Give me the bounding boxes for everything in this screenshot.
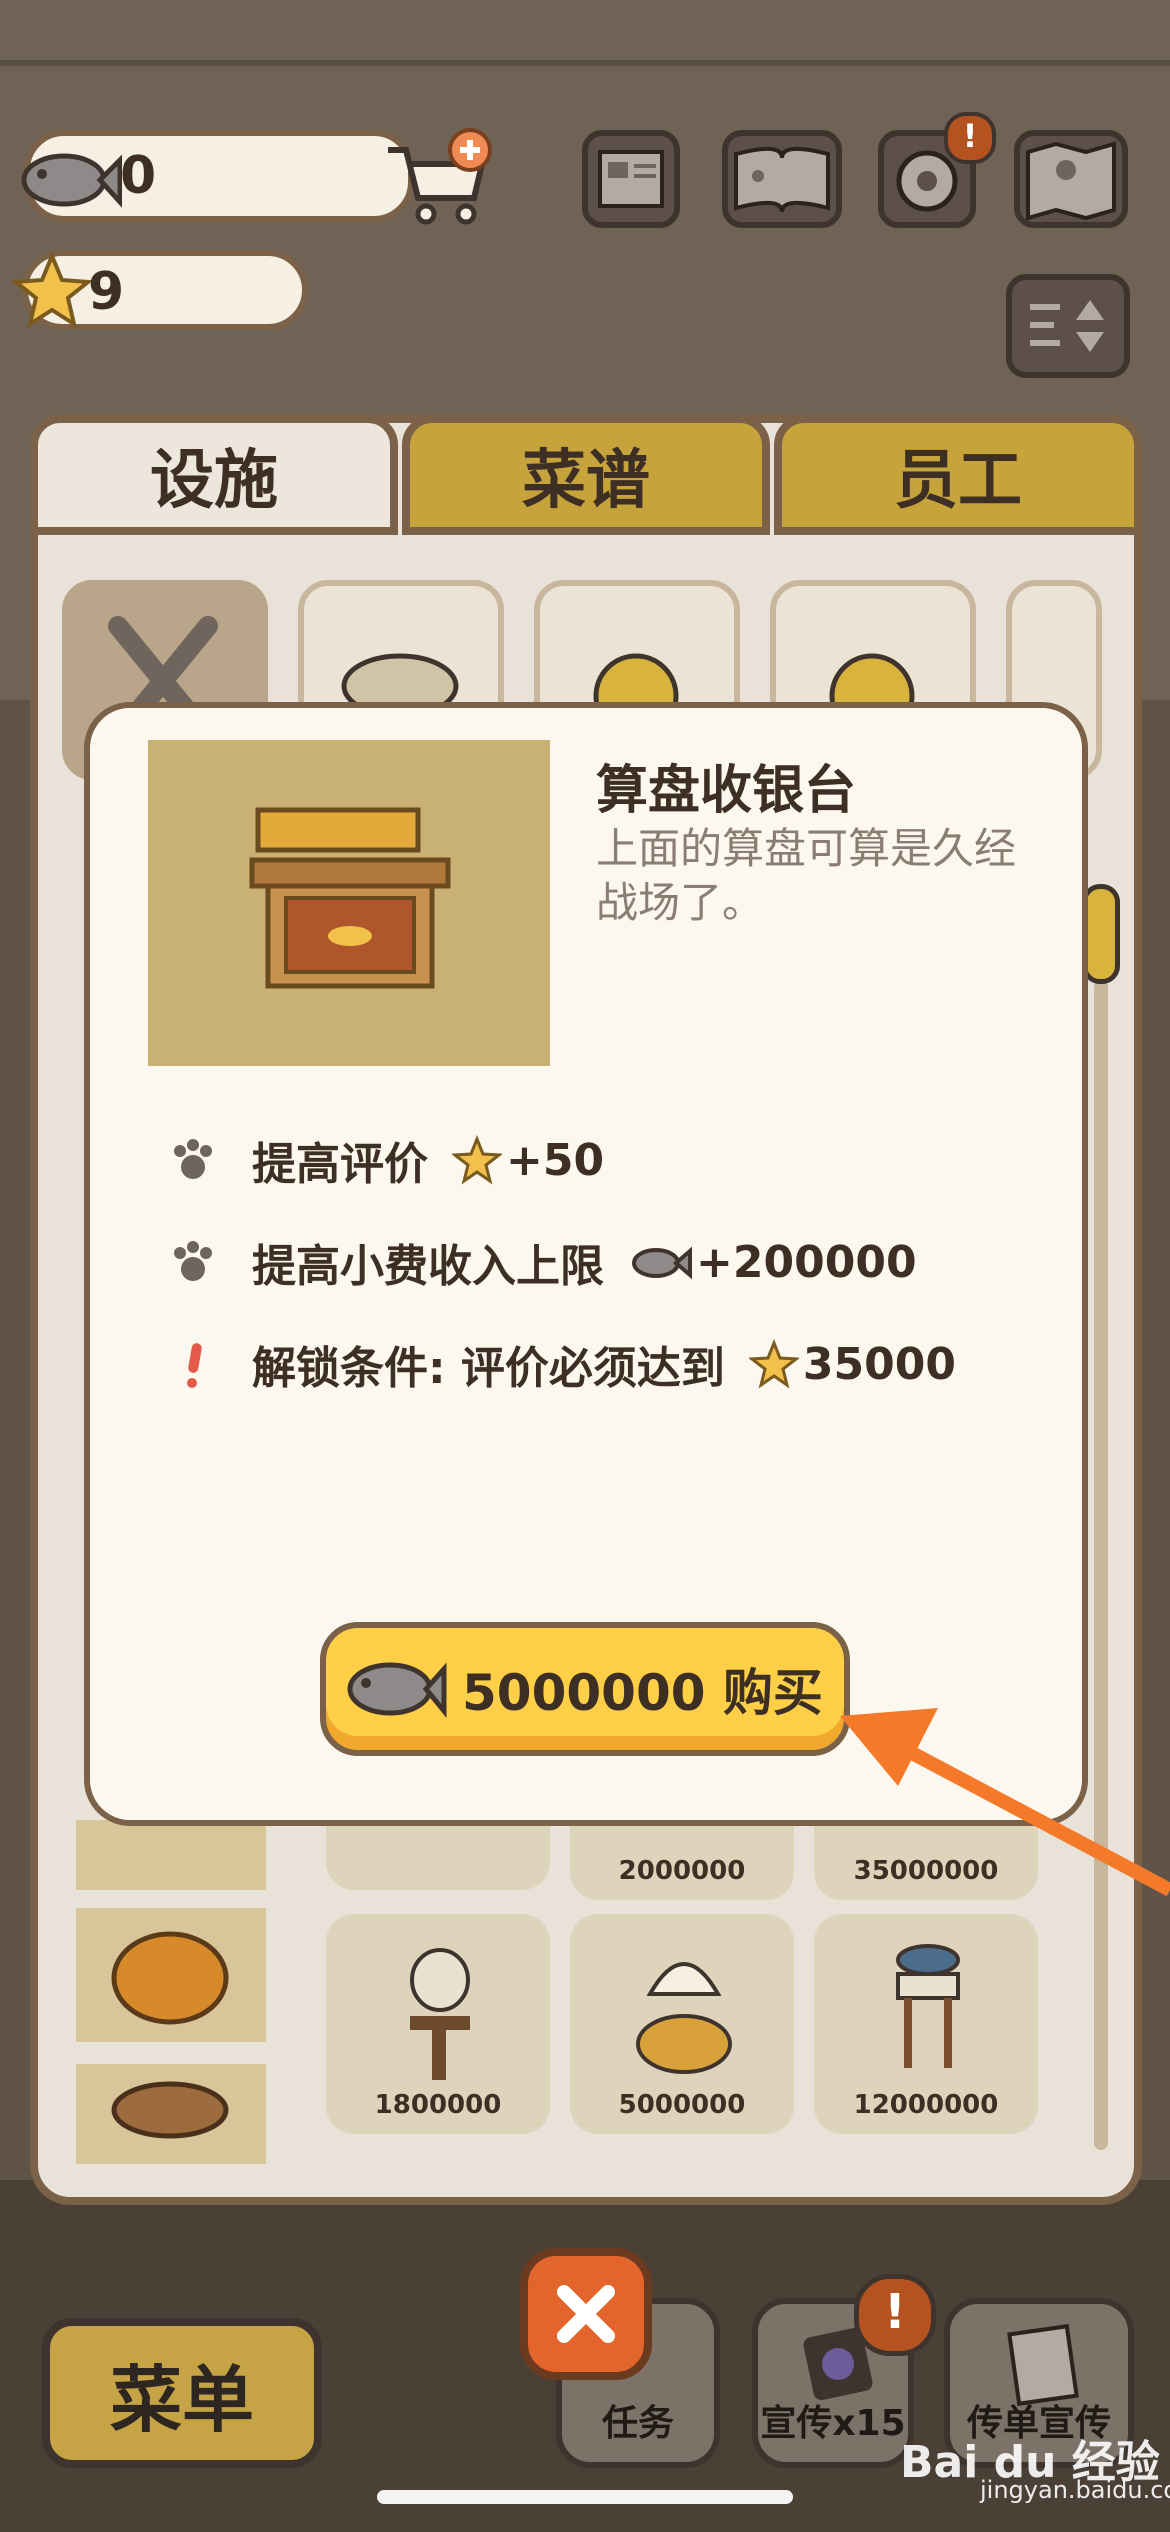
stool-icon [111,2081,229,2139]
pumpkin-icon [111,1931,229,2025]
item-title: 算盘收银台 [596,761,857,821]
menu-label: 菜单 [109,2357,254,2442]
tab-staff[interactable]: 员工 [774,415,1142,535]
row-value: +200000 [696,1236,917,1288]
cat-statue-icon [636,1962,732,2074]
tab-label: 员工 [894,444,1022,518]
item-description: 上面的算盘可算是久经战场了。 [596,824,1017,927]
buy-button[interactable]: 5000000 购买 [320,1622,850,1756]
map-icon [1026,141,1116,221]
fish-currency-bar: 0 [21,130,414,222]
row-value: 35000 [802,1338,956,1390]
bonus-tip-row: 提高小费收入上限 +200000 [168,1230,917,1294]
buy-label: 5000000 购买 [462,1664,823,1722]
cart-plus-icon [388,128,492,225]
item-slot[interactable] [76,1820,266,1890]
sort-icon [1030,300,1104,352]
tab-label: 菜谱 [522,444,650,518]
row-label: 解锁条件: 评价必须达到 [252,1343,725,1394]
fish-count: 0 [120,146,157,206]
exclamation-icon [187,1343,202,1388]
item-card[interactable]: 12000000 [814,1914,1038,2134]
star-icon [12,250,92,329]
tasks-label: 任务 [601,2403,674,2444]
unlock-condition-row: 解锁条件: 评价必须达到 35000 [168,1332,956,1396]
tab-recipes[interactable]: 菜谱 [402,415,770,535]
close-icon [557,2285,615,2343]
paw-icon [174,1139,212,1179]
star-rating-bar: 9 [12,250,308,330]
item-card[interactable]: 5000000 [570,1914,794,2134]
item-price: 5000000 [618,2090,746,2120]
close-button[interactable] [520,2248,652,2380]
paw-book-button[interactable] [722,130,842,228]
item-price: 2000000 [618,1856,746,1886]
sort-toggle-button[interactable] [1006,274,1130,378]
alert-badge: ! [944,112,996,164]
row-value: +50 [506,1134,605,1186]
bonus-rating-row: 提高评价 +50 [168,1128,604,1192]
home-indicator[interactable] [377,2490,793,2504]
scrollbar-track[interactable] [1094,980,1108,2150]
tab-label: 设施 [150,444,278,518]
paw-icon [174,1241,212,1281]
alert-badge: ! [854,2274,936,2356]
item-price: 12000000 [853,2090,999,2120]
item-preview-image [148,740,550,1066]
book-icon [734,146,830,213]
star-icon [452,1135,502,1185]
item-slot-stool[interactable] [76,2064,266,2164]
menu-button[interactable]: 菜单 [42,2318,322,2468]
fish-icon [21,153,122,208]
item-card[interactable]: 1800000 [326,1914,550,2134]
row-label: 提高小费收入上限 [252,1241,604,1292]
promotion-button[interactable]: 宣传x15 ! [752,2274,936,2468]
settings-button[interactable]: ! [878,112,996,228]
star-icon [748,1339,799,1389]
abacus-cashier-icon [249,807,451,989]
item-slot-pumpkin[interactable] [76,1908,266,2042]
watermark-url: jingyan.baidu.com [980,2476,1170,2504]
tab-facilities[interactable]: 设施 [30,415,398,535]
pointer-arrow-annotation [840,1708,1170,1897]
row-label: 提高评价 [252,1139,428,1190]
item-price: 1800000 [374,2090,502,2120]
wall-trim [0,60,1170,66]
map-button[interactable] [1014,130,1128,228]
drum-stand-icon [896,1944,960,2068]
newspaper-button[interactable] [582,130,680,228]
promotion-label: 宣传x15 [760,2403,906,2444]
fish-icon [347,1662,447,1719]
vase-table-icon [410,1948,470,2080]
newspaper-icon [598,150,664,208]
star-count: 9 [88,262,125,322]
shop-cart-button[interactable] [382,128,492,228]
fish-icon [632,1246,692,1280]
